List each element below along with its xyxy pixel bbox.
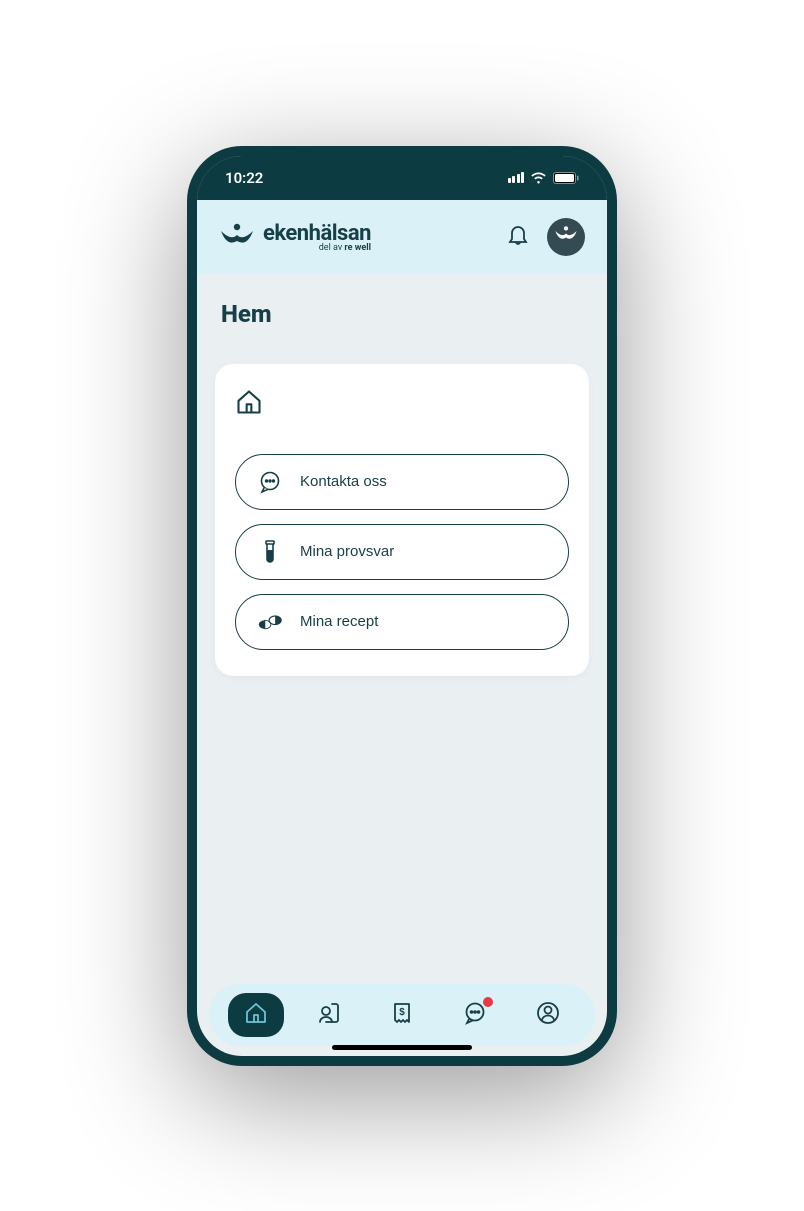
- prescriptions-button[interactable]: Mina recept: [235, 594, 569, 650]
- nav-messages[interactable]: [447, 993, 503, 1037]
- wifi-icon: [530, 172, 547, 184]
- main-content: Kontakta oss Mina provsvar Mina recept: [197, 340, 607, 984]
- nav-profile[interactable]: [520, 993, 576, 1037]
- profile-avatar[interactable]: [547, 218, 585, 256]
- notch: [312, 156, 492, 188]
- pills-icon: [258, 610, 282, 634]
- cellular-icon: [508, 172, 525, 183]
- brand-logo: ekenhälsan del av re well: [219, 221, 371, 253]
- home-card: Kontakta oss Mina provsvar Mina recept: [215, 364, 589, 676]
- notification-badge: [483, 997, 493, 1007]
- card-home-icon: [235, 388, 569, 420]
- nav-contacts[interactable]: [301, 993, 357, 1037]
- notifications-button[interactable]: [503, 219, 533, 254]
- battery-icon: [553, 172, 579, 184]
- prescriptions-label: Mina recept: [300, 613, 378, 630]
- status-time: 10:22: [225, 169, 263, 187]
- nav-billing[interactable]: $: [374, 993, 430, 1037]
- avatar-icon: [554, 225, 578, 249]
- contact-us-button[interactable]: Kontakta oss: [235, 454, 569, 510]
- contact-us-label: Kontakta oss: [300, 473, 387, 490]
- contact-card-icon: [317, 1001, 341, 1028]
- home-indicator[interactable]: [332, 1045, 472, 1050]
- svg-text:$: $: [399, 1007, 405, 1018]
- profile-icon: [536, 1001, 560, 1028]
- app-header: ekenhälsan del av re well: [197, 200, 607, 274]
- page-title: Hem: [197, 274, 607, 340]
- receipt-icon: $: [390, 1001, 414, 1028]
- status-indicators: [508, 172, 580, 184]
- brand-logo-icon: [219, 223, 255, 251]
- test-tube-icon: [258, 540, 282, 564]
- test-results-button[interactable]: Mina provsvar: [235, 524, 569, 580]
- home-icon: [244, 1001, 268, 1028]
- nav-home[interactable]: [228, 993, 284, 1037]
- chat-icon: [258, 470, 282, 494]
- bottom-nav: $: [209, 984, 595, 1046]
- test-results-label: Mina provsvar: [300, 543, 394, 560]
- phone-screen: 10:22 ekenhälsan del av re well: [197, 156, 607, 1056]
- bell-icon: [507, 235, 529, 250]
- phone-frame: 10:22 ekenhälsan del av re well: [187, 146, 617, 1066]
